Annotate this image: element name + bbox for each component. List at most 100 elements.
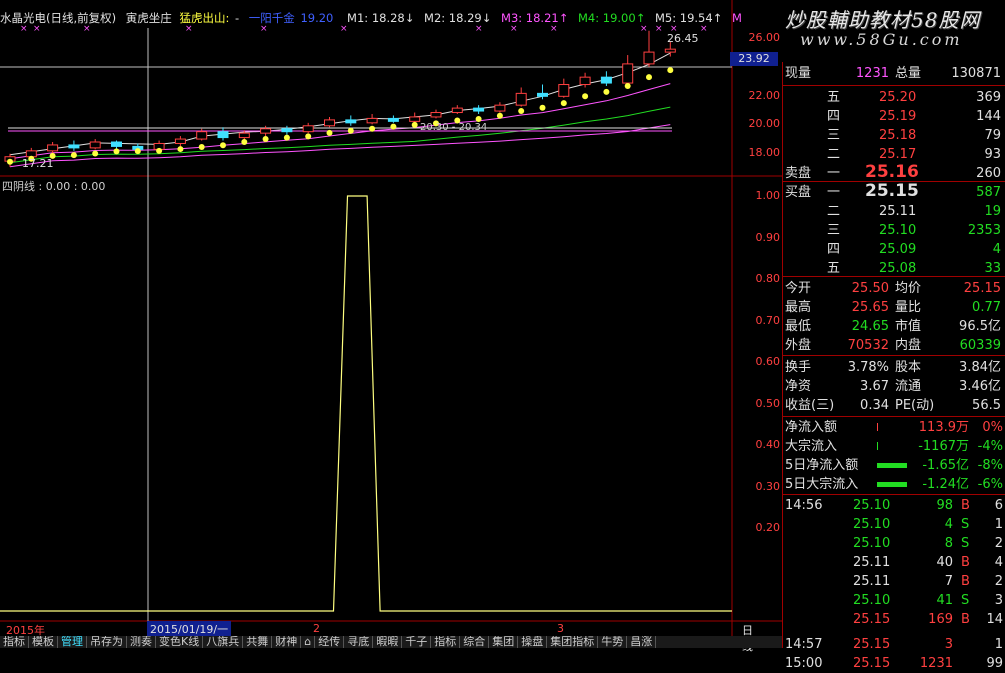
candle-body — [302, 125, 314, 133]
ma-dot — [390, 123, 397, 130]
indicator-separator: - — [234, 11, 240, 25]
tab-17[interactable]: 操盘 — [518, 636, 548, 648]
tab-8[interactable]: 财神 — [272, 636, 302, 648]
panel-divider — [783, 85, 1005, 86]
price-tick-3: 20.00 — [748, 117, 781, 130]
ma-dot — [92, 150, 99, 157]
bottom-tab-bar: 指标 模板 管理 吊存为 测奏 变色K线 八旗兵 共舞 财神 ⌂ 经传 寻底 暇暇 千子 指标 综合 集团 操盘集… — [0, 636, 782, 648]
candle-body — [387, 117, 399, 122]
tab-18[interactable]: 集团指标 — [547, 636, 599, 648]
ma-dot — [70, 152, 77, 159]
stat2-row: 收益(三) 0.34 PE(动) 56.5 — [785, 398, 1001, 413]
signal-2: 猛虎出山: — [179, 11, 230, 25]
ma-line-purple — [9, 83, 671, 160]
candle-body — [558, 84, 570, 97]
candle-body — [515, 92, 527, 106]
mid-annotation: 20.30 - 20.34 — [420, 122, 488, 133]
flow-bar — [877, 442, 878, 450]
candle-body — [238, 132, 250, 139]
watermark-url: www.58Gu.com — [800, 30, 963, 49]
candle-body — [47, 144, 59, 152]
tab-11[interactable]: 寻底 — [344, 636, 374, 648]
tab-13[interactable]: 千子 — [402, 636, 432, 648]
indicator-tick: 0.60 — [755, 355, 781, 368]
panel-divider — [783, 355, 1005, 356]
buy-level-2: 二 25.11 19 — [827, 204, 1001, 219]
indicator-tick: 0.40 — [755, 438, 781, 451]
candle-body — [643, 51, 655, 65]
candle-body — [89, 141, 101, 149]
buy-level-3: 三 25.10 2353 — [827, 223, 1001, 238]
tick-row: 14:57 25.15 3 1 — [785, 637, 1003, 652]
panel-divider — [783, 494, 1005, 495]
indicator-label: 四阴线 : 0.00 : 0.00 — [2, 180, 106, 193]
tab-19[interactable]: 牛势 — [598, 636, 628, 648]
ma-dot — [667, 67, 674, 74]
candle-body — [537, 92, 548, 97]
indicator-tick: 0.90 — [755, 230, 781, 244]
candle-body — [622, 63, 634, 84]
candle-body — [430, 112, 442, 118]
tab-6[interactable]: 八旗兵 — [203, 636, 244, 648]
candle-body — [324, 119, 335, 127]
ma-dot — [411, 121, 418, 128]
x-date-cursor: 2015/01/19/一 — [147, 621, 232, 637]
indicator-tick: 0.80 — [755, 272, 781, 285]
ma-dot — [624, 82, 631, 89]
tab-1[interactable]: 模板 — [29, 636, 58, 648]
sell-level-3: 三 25.18 79 — [827, 128, 1001, 143]
tab-4[interactable]: 测奏 — [127, 636, 156, 648]
tick-row: 25.10 4 S 1 — [853, 517, 1003, 532]
buy-level-4: 四 25.09 4 — [827, 242, 1001, 257]
tab-9[interactable]: ⌂ — [301, 636, 316, 648]
tick-row: 25.11 7 B 2 — [853, 574, 1003, 589]
candle-body — [68, 144, 80, 149]
quote-panel: 现量 1231 总量 130871 五 25.20 369 四 25.19 144 三 25.18 79… — [782, 62, 1005, 671]
ma-dot — [369, 125, 376, 132]
tick-row: 25.11 40 B 4 — [853, 555, 1003, 570]
ma-2: M2: 18.29↓ — [424, 11, 492, 25]
tab-2[interactable]: 管理 — [58, 636, 87, 648]
indicator-tick: 0.50 — [755, 396, 781, 410]
flow-bar — [877, 423, 878, 431]
tab-15[interactable]: 综合 — [460, 636, 490, 648]
stat-row: 最低 24.65 市值 96.5亿 — [785, 319, 1001, 334]
tab-7[interactable]: 共舞 — [243, 636, 273, 648]
ma-3: M3: 18.21↑ — [501, 11, 569, 25]
ma-dot — [241, 138, 248, 145]
stock-title: 水晶光电(日线,前复权) — [0, 11, 117, 25]
tick-row: 14:56 25.10 98 B 6 — [785, 498, 1003, 513]
ma-dot — [283, 134, 290, 141]
tick-row: 25.10 41 S 3 — [853, 593, 1003, 608]
stat2-row: 换手 3.78% 股本 3.84亿 — [785, 360, 1001, 375]
tab-10[interactable]: 经传 — [315, 636, 345, 648]
current-price-marker: 23.92 — [730, 52, 778, 66]
sell-level-5: 五 25.20 369 — [827, 90, 1001, 105]
tab-14[interactable]: 指标 — [431, 636, 461, 648]
chart-canvas[interactable]: × × × × × × × × × × × × × — [0, 0, 782, 636]
x-month-2: 2 — [313, 622, 320, 635]
candle-body — [196, 131, 208, 140]
ma-dot — [518, 108, 525, 115]
tab-20[interactable]: 昌涨 — [627, 636, 657, 648]
ma-dot — [177, 146, 184, 153]
candle-body — [260, 128, 272, 134]
ma-5: M5: 19.54↑ — [654, 11, 723, 25]
low-annotation: 17.21 — [22, 157, 54, 170]
candle-body — [579, 76, 591, 86]
ma-dot — [496, 112, 503, 119]
tick-row: 15:00 25.15 1231 99 — [785, 656, 1003, 671]
tab-0[interactable]: 指标 — [0, 636, 29, 648]
tab-16[interactable]: 集团 — [489, 636, 519, 648]
indicator-tick: 1.00 — [755, 189, 781, 202]
buy-level-1: 买盘一 25.15 587 — [785, 181, 1001, 201]
tab-5[interactable]: 变色K线 — [156, 636, 204, 648]
panel-divider — [783, 276, 1005, 277]
ma-dot — [582, 93, 589, 100]
chart-area[interactable]: × × × × × × × × × × × × × 水晶光电(日线,前复权) 寅虎坐庄 猛虎出山: - … — [0, 0, 782, 653]
candle-body — [111, 141, 122, 147]
tab-12[interactable]: 暇暇 — [373, 636, 403, 648]
candle-body — [174, 138, 186, 144]
candle-body — [473, 107, 485, 112]
tab-3[interactable]: 吊存为 — [87, 636, 127, 648]
